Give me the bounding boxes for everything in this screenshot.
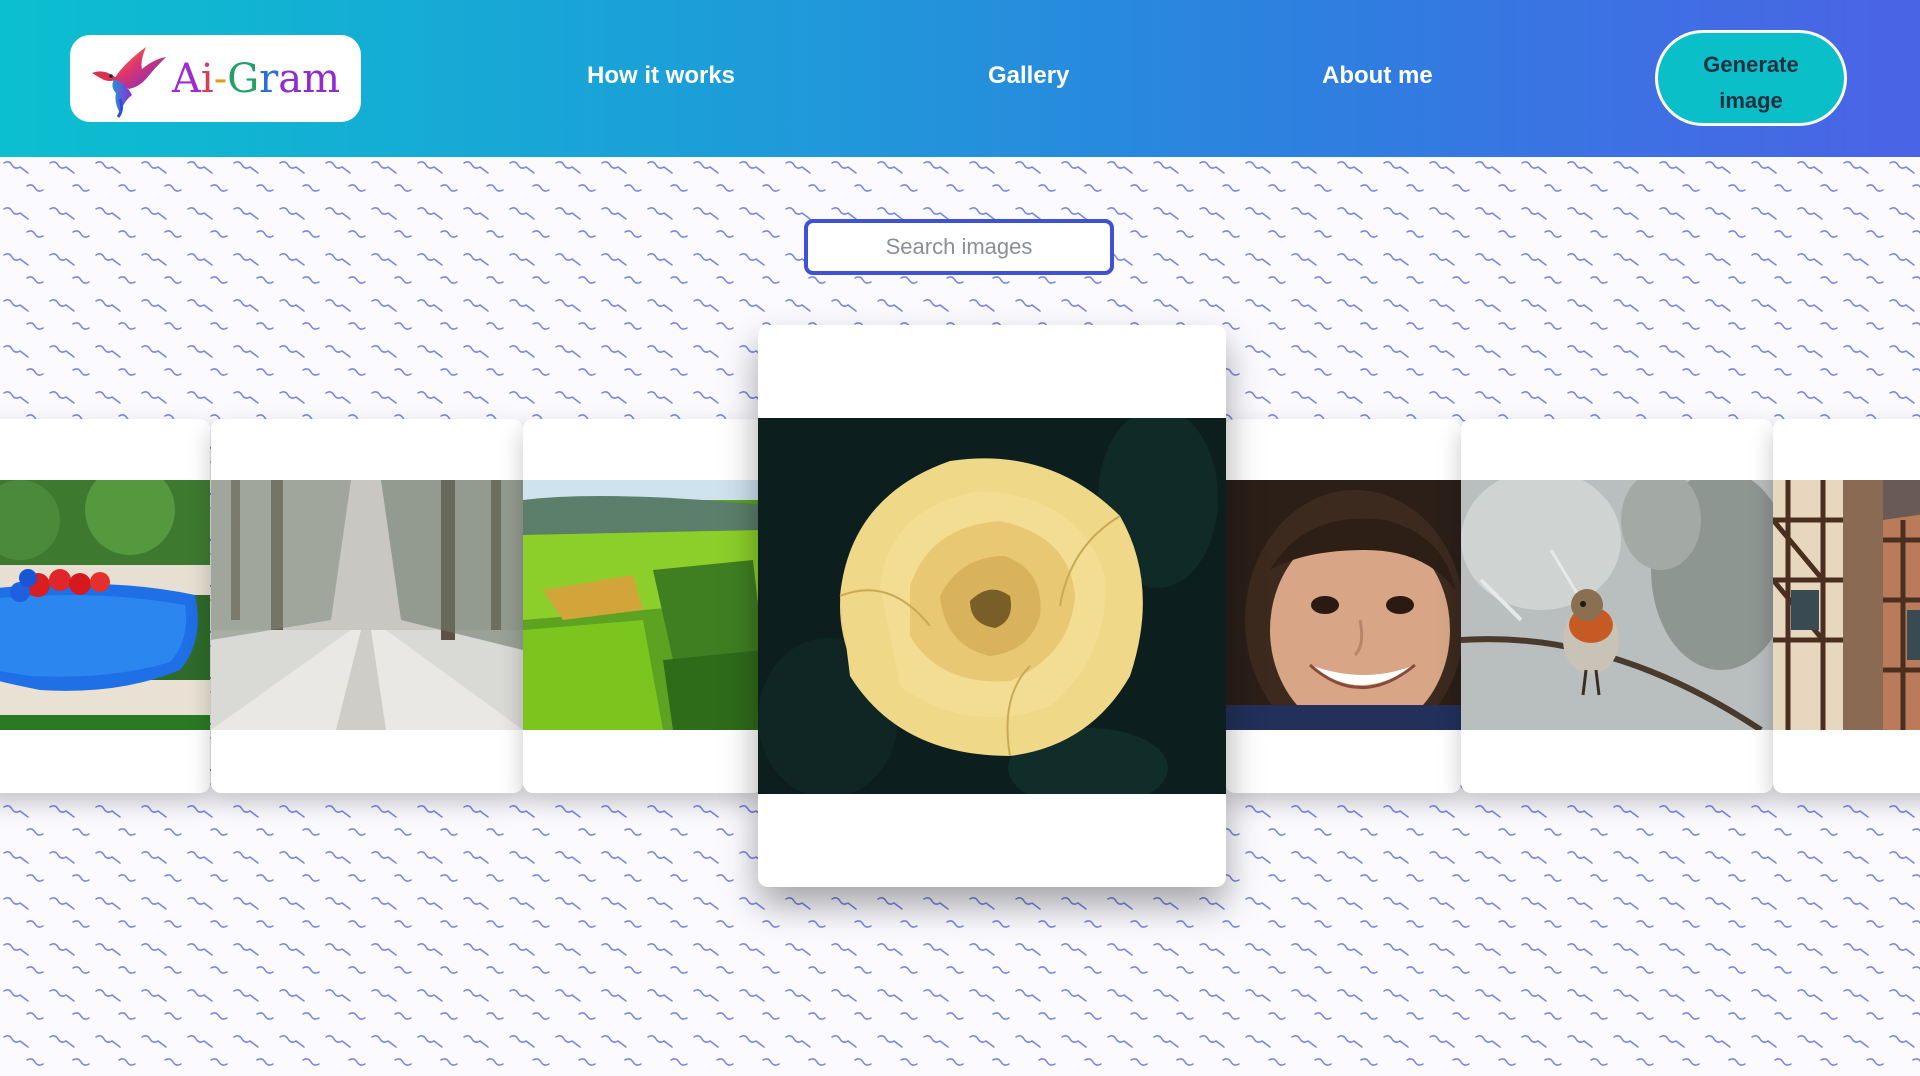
- gallery-card-pool[interactable]: [0, 419, 210, 793]
- gallery-image-yellow-rose: [758, 418, 1226, 794]
- gallery-card-green-fields[interactable]: [523, 419, 763, 793]
- generate-image-button[interactable]: Generate image: [1655, 30, 1847, 126]
- gallery-image-green-fields: [523, 480, 763, 730]
- gallery-image-pool: [0, 480, 210, 730]
- brand-name: Ai-Gram: [172, 55, 341, 102]
- gallery-image-smiling-child: [1225, 480, 1461, 730]
- nav-about-me[interactable]: About me: [1322, 62, 1433, 90]
- gallery-image-snow-road: [211, 480, 523, 730]
- nav-gallery[interactable]: Gallery: [988, 62, 1069, 90]
- gallery-card-houses[interactable]: [1773, 419, 1920, 793]
- search-input[interactable]: [804, 219, 1114, 275]
- gallery-card-snow-road[interactable]: [211, 419, 523, 793]
- gallery-card-robin[interactable]: [1461, 419, 1773, 793]
- hummingbird-icon: [92, 46, 166, 118]
- gallery-image-houses: [1773, 480, 1920, 730]
- generate-image-button-line1: Generate: [1703, 51, 1799, 77]
- gallery-card-yellow-rose[interactable]: [758, 325, 1226, 887]
- logo[interactable]: Ai-Gram: [70, 35, 361, 122]
- header-bar: Ai-Gram How it works Gallery About me Ge…: [0, 0, 1920, 157]
- gallery-image-robin: [1461, 480, 1773, 730]
- gallery-card-smiling-child[interactable]: [1225, 419, 1461, 793]
- generate-image-button-line2: image: [1719, 87, 1783, 113]
- nav-how-it-works[interactable]: How it works: [587, 62, 735, 90]
